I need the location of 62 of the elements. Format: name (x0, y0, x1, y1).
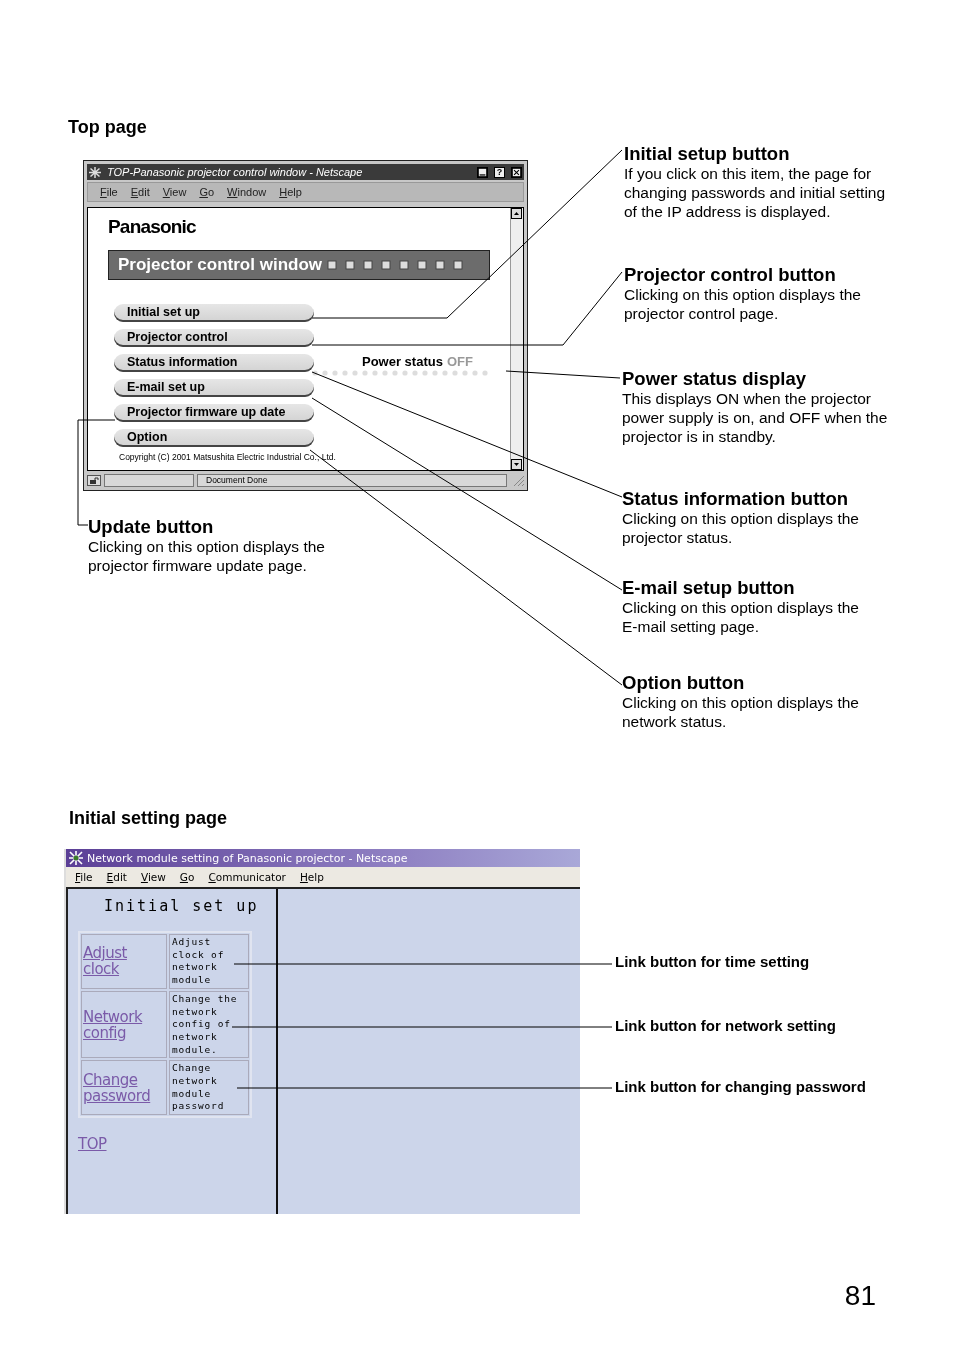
menu-item[interactable]: Edit (106, 871, 127, 883)
callout-text: If you click on this item, the page for changing passwords and initial setting of the IP address is displayed. (624, 164, 887, 221)
copyright-text: Copyright (C) 2001 Matsushita Electric Industrial Co., Ltd. (119, 452, 337, 462)
menu-item[interactable]: Help (279, 186, 302, 198)
callout-title: Option button (622, 672, 746, 693)
menu-button[interactable]: E-mail set up (114, 379, 314, 397)
callout-text: Clicking on this option displays the projector status. (622, 509, 860, 547)
menu-item[interactable]: Edit (130, 186, 150, 198)
table-cell: Change network module password (169, 1060, 249, 1116)
top-link[interactable]: TOP (78, 1136, 107, 1153)
callout-title: Update button (88, 516, 215, 537)
callout-title: Power status display (622, 368, 808, 389)
callout-text: This displays ON when the projector power supply is on, and OFF when the projector is in standby. (622, 389, 889, 446)
minimize-icon[interactable] (477, 166, 488, 178)
app-icon (89, 166, 101, 178)
setting-link[interactable]: Network config (83, 1008, 166, 1041)
scrollbar[interactable] (510, 208, 523, 470)
power-status: Power status OFF (362, 354, 474, 369)
menu-item[interactable]: Go (179, 871, 195, 883)
scroll-down-icon[interactable] (511, 459, 522, 470)
menu-button[interactable]: Option (114, 429, 314, 447)
menu-item[interactable]: View (162, 186, 187, 198)
table-cell: Adjust clock of network module (169, 934, 249, 989)
menu-item[interactable]: Communicator (208, 871, 286, 883)
app-icon (68, 851, 84, 865)
menu-item[interactable]: File (100, 186, 118, 198)
table-cell: Change the network config of network module. (169, 990, 249, 1059)
callout-text: Clicking on this option displays the projector control page. (624, 285, 862, 323)
menu-button[interactable]: Initial set up (114, 304, 314, 322)
menu-item[interactable]: View (140, 871, 166, 883)
lock-icon (87, 474, 101, 486)
callout-label: Link button for network setting (615, 1017, 836, 1034)
menu-item[interactable]: File (75, 871, 93, 883)
menu-button[interactable]: Projector control (114, 329, 314, 347)
setting-link[interactable]: Change password (83, 1071, 166, 1104)
callout-label: Link button for time setting (615, 953, 810, 970)
callout-title: E-mail setup button (622, 577, 796, 598)
callout-title: Initial setup button (624, 143, 791, 164)
panel-title: Initial set up (104, 897, 260, 915)
callout-text: Clicking on this option displays the network status. (622, 693, 860, 731)
menu-button[interactable]: Projector firmware up date (114, 404, 314, 422)
menu-item[interactable]: Help (299, 871, 324, 883)
callout-title: Projector control button (624, 264, 837, 285)
scroll-up-icon[interactable] (511, 208, 522, 219)
section-heading: Initial setting page (69, 807, 229, 829)
close-icon[interactable] (511, 166, 522, 178)
window-title: TOP-Panasonic projector control window - Netscape (107, 166, 364, 178)
page-number: 81 (843, 1280, 877, 1312)
banner-title: Projector control window (118, 255, 322, 275)
logo: Panasonic (108, 216, 197, 238)
help-button[interactable]: ? (494, 166, 505, 178)
setting-link[interactable]: Adjust clock (83, 945, 166, 978)
section-heading: Top page (68, 116, 148, 138)
status-text: Document Done (197, 473, 507, 487)
menu-item[interactable]: Window (227, 186, 267, 198)
menu-button[interactable]: Status information (114, 354, 314, 372)
callout-text: Clicking on this option displays the E-mail setting page. (622, 598, 860, 636)
window-title: Network module setting of Panasonic projector - Netscape (87, 851, 408, 865)
callout-label: Link button for changing password (615, 1078, 866, 1095)
callout-title: Status information button (622, 488, 850, 509)
menu-item[interactable]: Go (199, 186, 215, 198)
callout-text: Clicking on this option displays the projector firmware update page. (88, 537, 326, 575)
